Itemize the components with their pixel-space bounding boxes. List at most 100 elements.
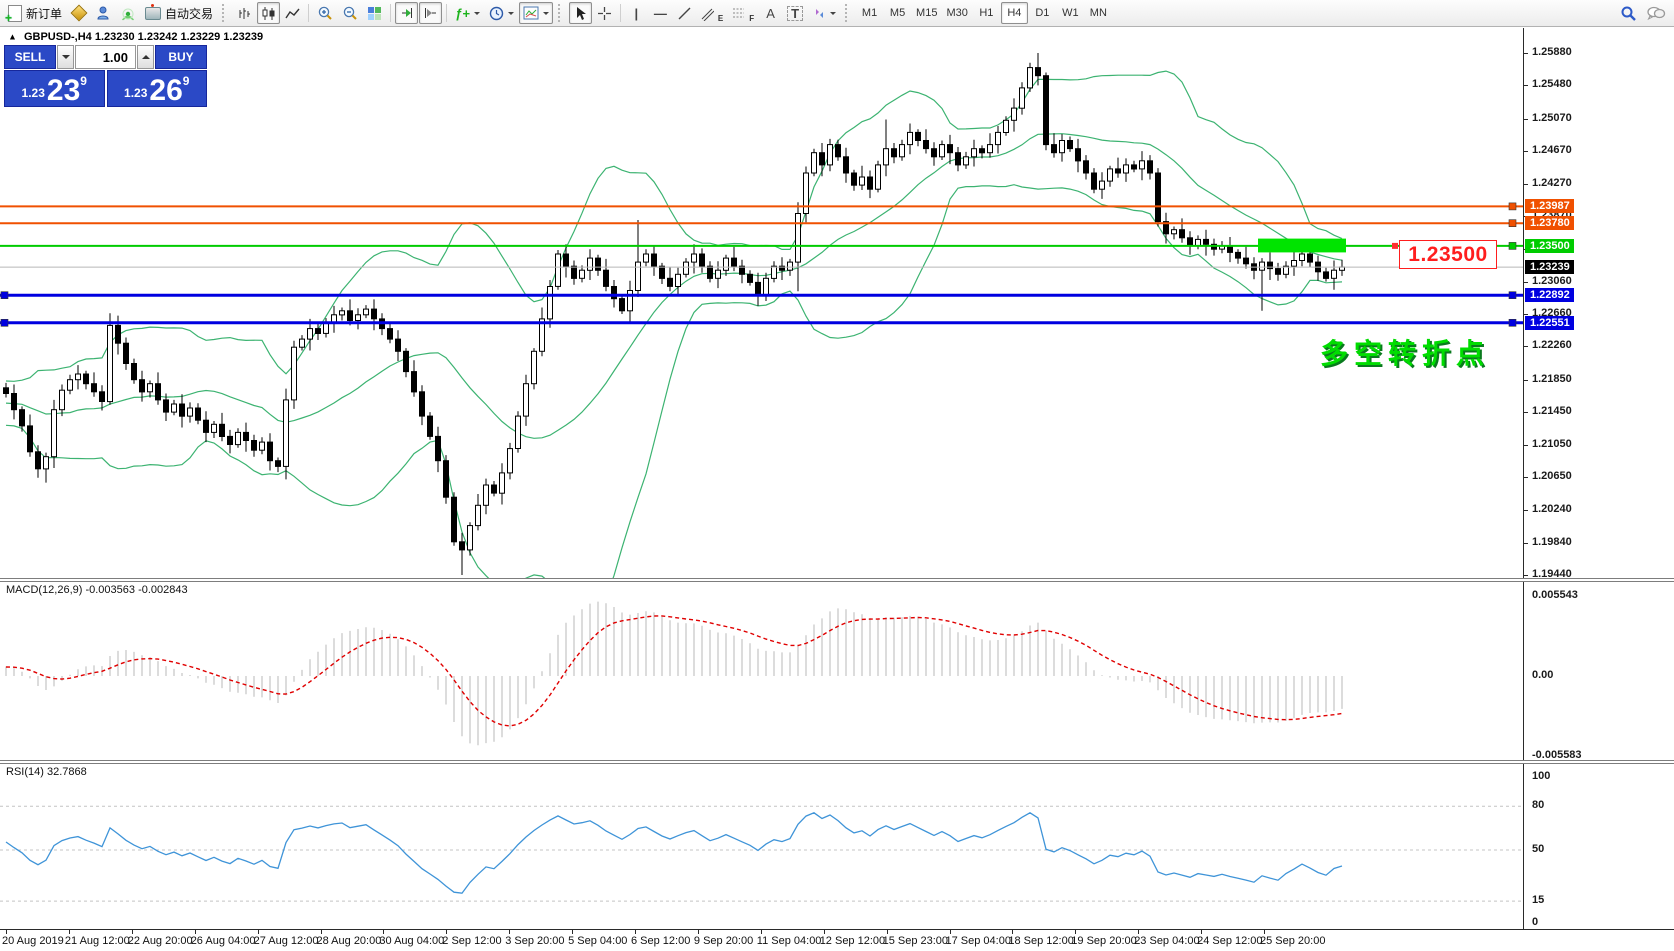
pane-separator[interactable]	[0, 760, 1674, 764]
tf-m5-button[interactable]: M5	[884, 2, 911, 24]
price-axis[interactable]: 1.258801.254801.250701.246701.242701.238…	[1523, 28, 1674, 929]
macd-tick-label: 0.005543	[1532, 589, 1578, 601]
candle-body	[28, 426, 33, 452]
auto-scroll-button[interactable]	[395, 2, 418, 24]
candle-body	[1180, 230, 1185, 238]
price-target-annotation[interactable]: 1.23500	[1399, 240, 1497, 269]
buy-price-big: 26	[149, 77, 182, 104]
tile-windows-icon	[367, 6, 382, 21]
chat-button[interactable]	[1642, 2, 1670, 24]
bar-chart-button[interactable]	[233, 2, 256, 24]
tf-d1-button[interactable]: D1	[1029, 2, 1056, 24]
cursor-button[interactable]	[569, 2, 592, 24]
level-price-label: 1.23987	[1525, 199, 1574, 213]
volume-decrease-button[interactable]	[57, 45, 74, 69]
pane-separator[interactable]	[0, 578, 1674, 582]
chinese-annotation[interactable]: 多空转折点	[1320, 332, 1490, 372]
periods-button[interactable]	[485, 2, 518, 24]
autotrading-button[interactable]: 自动交易	[141, 2, 217, 24]
volume-increase-button[interactable]	[137, 45, 154, 69]
zoom-in-button[interactable]	[313, 2, 337, 24]
highlight-zone[interactable]	[1258, 239, 1346, 253]
tf-h1-button[interactable]: H1	[973, 2, 1000, 24]
candle-body	[660, 266, 665, 278]
collapse-panel-icon[interactable]: ▲	[8, 32, 17, 42]
line-handle[interactable]	[1509, 292, 1516, 299]
horizontal-line-button[interactable]: —	[649, 2, 672, 24]
trendline-icon	[677, 6, 692, 21]
time-label: 20 Aug 2019	[2, 935, 64, 947]
candle-body	[1204, 239, 1209, 244]
tf-m1-button[interactable]: M1	[856, 2, 883, 24]
line-handle[interactable]	[1509, 220, 1516, 227]
tf-w1-button[interactable]: W1	[1057, 2, 1084, 24]
line-handle[interactable]	[1509, 242, 1516, 249]
rsi-tick-label: 0	[1532, 916, 1538, 928]
vertical-line-button[interactable]: |	[625, 2, 648, 24]
candle-body	[996, 132, 1001, 144]
text-label-button[interactable]: T	[783, 2, 807, 24]
line-handle[interactable]	[1509, 203, 1516, 210]
channel-button[interactable]: E	[697, 2, 727, 24]
sell-quote[interactable]: 1.23239	[4, 70, 105, 107]
candle-body	[684, 262, 689, 274]
macd-pane[interactable]	[0, 581, 1523, 760]
arrows-button[interactable]	[808, 2, 840, 24]
time-label: 11 Sep 04:00	[757, 935, 822, 947]
candle-body	[228, 436, 233, 444]
time-axis[interactable]: 20 Aug 201921 Aug 12:0022 Aug 20:0026 Au…	[0, 929, 1674, 951]
price-tick-label: 1.25880	[1532, 46, 1572, 58]
toolbar-separator	[390, 4, 391, 22]
time-label: 21 Aug 12:00	[65, 935, 130, 947]
time-tick-mark	[698, 930, 699, 934]
tf-mn-button[interactable]: MN	[1085, 2, 1112, 24]
line-handle[interactable]	[1, 319, 8, 326]
signals-button[interactable]	[116, 2, 140, 24]
trendline-button[interactable]	[673, 2, 696, 24]
tf-m15-button[interactable]: M15	[912, 2, 941, 24]
tile-windows-button[interactable]	[363, 2, 386, 24]
candlestick-chart-button[interactable]	[257, 2, 280, 24]
time-tick-mark	[6, 930, 7, 934]
search-button[interactable]	[1616, 2, 1641, 24]
crosshair-button[interactable]	[593, 2, 616, 24]
sell-button[interactable]: SELL	[4, 45, 56, 69]
candle-body	[732, 258, 737, 266]
candle-body	[900, 145, 905, 157]
buy-button[interactable]: BUY	[155, 45, 207, 69]
line-handle[interactable]	[1, 292, 8, 299]
candle-body	[820, 153, 825, 165]
new-order-button[interactable]: + 新订单	[4, 2, 66, 24]
line-handle[interactable]	[1509, 319, 1516, 326]
horizontal-line-icon: —	[654, 7, 667, 20]
candle-body	[44, 457, 49, 469]
price-chart-pane[interactable]	[0, 28, 1523, 578]
candle-body	[244, 432, 249, 440]
metaeditor-button[interactable]	[67, 2, 90, 24]
time-tick-mark	[1138, 930, 1139, 934]
annotation-anchor	[1392, 243, 1398, 249]
fibonacci-button[interactable]: F	[728, 2, 758, 24]
chart-shift-button[interactable]	[419, 2, 442, 24]
price-tick-label: 1.22260	[1532, 339, 1572, 351]
autotrading-label: 自动交易	[165, 5, 213, 22]
text-button[interactable]: A	[759, 2, 782, 24]
indicators-button[interactable]: ƒ+	[451, 2, 484, 24]
line-chart-button[interactable]	[281, 2, 304, 24]
candle-body	[444, 461, 449, 498]
market-button[interactable]	[91, 2, 115, 24]
template-button[interactable]	[519, 2, 553, 24]
toolbar-grip	[558, 4, 564, 22]
tf-m30-button[interactable]: M30	[942, 2, 971, 24]
candle-body	[532, 351, 537, 383]
candle-body	[420, 392, 425, 416]
tf-h4-button[interactable]: H4	[1001, 2, 1028, 24]
volume-input[interactable]: 1.00	[75, 45, 136, 69]
rsi-pane[interactable]	[0, 762, 1523, 929]
buy-quote[interactable]: 1.23269	[107, 70, 208, 107]
price-tick-label: 1.21850	[1532, 373, 1572, 385]
candle-body	[604, 270, 609, 286]
candle-body	[932, 149, 937, 157]
price-tick-label: 1.20650	[1532, 470, 1572, 482]
zoom-out-button[interactable]	[338, 2, 362, 24]
